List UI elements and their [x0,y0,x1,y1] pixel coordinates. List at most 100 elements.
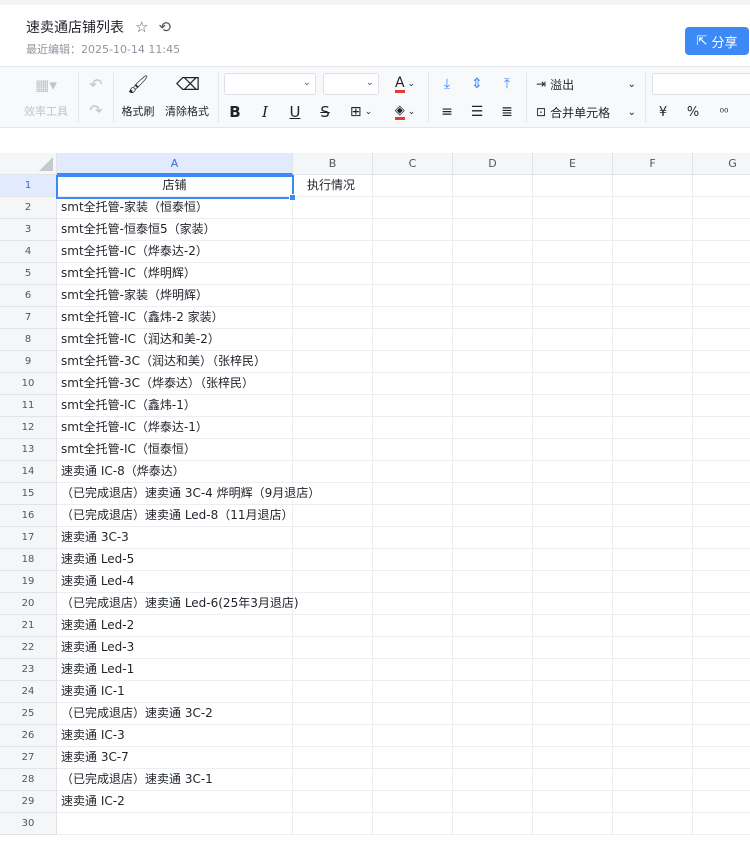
cell-g[interactable] [693,483,750,505]
number-format-select[interactable] [652,73,750,95]
cell-d[interactable] [453,505,533,527]
cell-b[interactable] [293,329,373,351]
cell-f[interactable] [613,285,693,307]
cell-a[interactable]: （已完成退店）速卖通 3C-4 烨明辉（9月退店） [57,483,320,505]
thousands-separator-icon[interactable]: ⁰⁰ [713,101,735,123]
cell-c[interactable] [373,329,453,351]
cell-e[interactable] [533,417,613,439]
cell-e[interactable] [533,681,613,703]
cell-b[interactable] [293,373,373,395]
cell-c[interactable] [373,241,453,263]
cell-d[interactable] [453,527,533,549]
format-painter-button[interactable]: 格式刷 [116,103,160,119]
cell-e[interactable] [533,527,613,549]
cell-c[interactable] [373,351,453,373]
cell-d[interactable] [453,417,533,439]
cell-f[interactable] [613,505,693,527]
column-header[interactable]: A [57,153,293,175]
cell-f[interactable] [613,197,693,219]
row-header[interactable]: 14 [0,461,57,483]
cell-c[interactable] [373,637,453,659]
cell-f[interactable] [613,373,693,395]
cell-b[interactable] [293,219,373,241]
cell-d[interactable] [453,483,533,505]
cell-b[interactable] [293,483,373,505]
cell-g[interactable] [693,769,750,791]
cell-d[interactable] [453,439,533,461]
cell-f[interactable] [613,483,693,505]
cell-c[interactable] [373,175,453,197]
cell-c[interactable] [373,791,453,813]
cell-e[interactable] [533,329,613,351]
row-header[interactable]: 4 [0,241,57,263]
align-left-icon[interactable]: ☰ [467,101,487,123]
cell-a[interactable]: （已完成退店）速卖通 Led-6(25年3月退店) [57,593,299,615]
column-header[interactable]: G [693,153,750,175]
row-header[interactable]: 23 [0,659,57,681]
cell-c[interactable] [373,813,453,835]
cell-f[interactable] [613,637,693,659]
eraser-icon[interactable]: ⌫ [170,73,206,97]
cell-f[interactable] [613,329,693,351]
cell-d[interactable] [453,681,533,703]
cell-a[interactable]: 速卖通 IC-2 [57,791,293,813]
cell-f[interactable] [613,395,693,417]
cell-e[interactable] [533,219,613,241]
cell-f[interactable] [613,791,693,813]
cell-e[interactable] [533,373,613,395]
cell-b[interactable] [293,747,373,769]
cell-g[interactable] [693,571,750,593]
cell-c[interactable] [373,725,453,747]
fill-color-button[interactable]: ◈ ⌄ [388,101,422,123]
cell-f[interactable] [613,769,693,791]
cell-g[interactable] [693,615,750,637]
row-header[interactable]: 10 [0,373,57,395]
align-right-icon[interactable]: ≣ [497,101,517,123]
cell-e[interactable] [533,241,613,263]
cell-e[interactable] [533,593,613,615]
row-header[interactable]: 13 [0,439,57,461]
cell-e[interactable] [533,263,613,285]
cell-g[interactable] [693,747,750,769]
cell-a[interactable]: smt全托管-IC（烨泰达-1） [57,417,293,439]
cell-a[interactable]: 速卖通 3C-7 [57,747,293,769]
cell-b[interactable] [293,725,373,747]
redo-icon[interactable]: ↷ [84,99,108,121]
cell-d[interactable] [453,263,533,285]
row-header[interactable]: 1 [0,175,57,197]
cell-c[interactable] [373,615,453,637]
cell-g[interactable] [693,505,750,527]
cell-e[interactable] [533,351,613,373]
cell-c[interactable] [373,197,453,219]
cell-e[interactable] [533,175,613,197]
select-all-corner[interactable] [0,153,57,175]
cell-g[interactable] [693,681,750,703]
font-size-select[interactable]: ⌄ [323,73,379,95]
cell-f[interactable] [613,219,693,241]
cell-d[interactable] [453,703,533,725]
cell-e[interactable] [533,571,613,593]
cell-e[interactable] [533,769,613,791]
cell-g[interactable] [693,329,750,351]
cell-d[interactable] [453,747,533,769]
align-middle-icon[interactable]: ⇕ [467,73,487,95]
column-header[interactable]: C [373,153,453,175]
cell-g[interactable] [693,307,750,329]
row-header[interactable]: 16 [0,505,57,527]
cell-a[interactable]: smt全托管-IC（烨泰达-2） [57,241,293,263]
cell-e[interactable] [533,549,613,571]
format-painter-icon[interactable]: 🖌 [120,73,156,97]
cell-g[interactable] [693,593,750,615]
cell-c[interactable] [373,703,453,725]
cell-g[interactable] [693,373,750,395]
cell-g[interactable] [693,461,750,483]
cell-f[interactable] [613,241,693,263]
collaboration-icon[interactable]: ⟲ [158,18,171,36]
cell-a[interactable]: 速卖通 Led-1 [57,659,293,681]
row-header[interactable]: 24 [0,681,57,703]
cell-a[interactable]: smt全托管-3C（烨泰达）（张梓民） [57,373,293,395]
column-header[interactable]: E [533,153,613,175]
cell-e[interactable] [533,637,613,659]
cell-f[interactable] [613,571,693,593]
row-header[interactable]: 20 [0,593,57,615]
